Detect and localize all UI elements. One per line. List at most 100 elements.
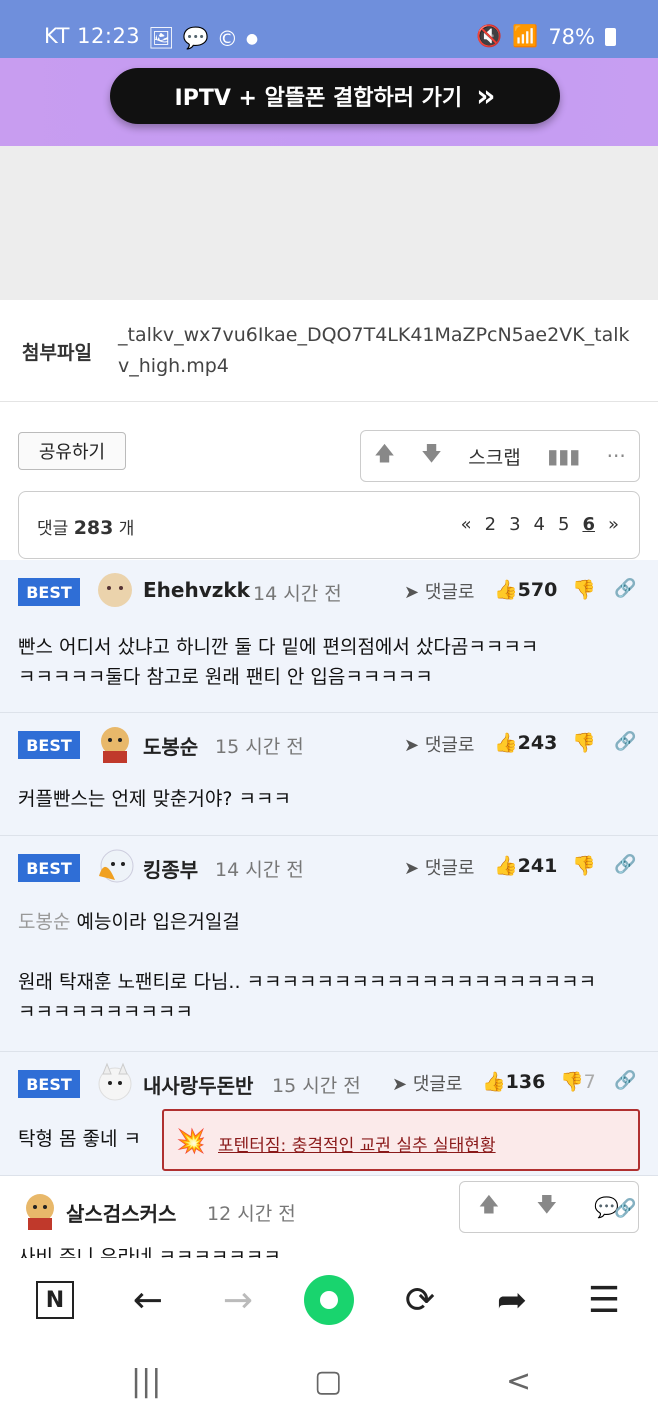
stats-icon[interactable]: ▮▮▮ — [547, 444, 580, 468]
scroll-up-icon[interactable]: 🡅 — [479, 1190, 500, 1224]
avatar[interactable] — [95, 846, 135, 886]
c-icon: © — [216, 26, 238, 51]
attachment-file-link[interactable]: _talkv_wx7vu6Ikae_DQO7T4LK41MaZPcN5ae2VK… — [118, 320, 638, 382]
reply-button[interactable]: ➤ 댓글로 — [404, 854, 475, 880]
more-icon[interactable]: ··· — [607, 444, 626, 468]
comment-line: 커플빤스는 언제 맞춘거야? ㅋㅋㅋ — [18, 788, 291, 810]
avatar[interactable] — [95, 570, 135, 610]
comment-nick[interactable]: 도봉순 — [143, 731, 198, 760]
like-count: 243 — [517, 732, 558, 754]
link-icon[interactable]: 🔗 — [614, 731, 636, 752]
reply-button[interactable]: ➤ 댓글로 — [404, 731, 475, 757]
mute-icon: 🔇 — [476, 24, 503, 48]
explosion-icon: 💥 — [176, 1127, 206, 1155]
comment-text: 예능이라 입은거일걸 — [76, 911, 240, 933]
page-5[interactable]: 5 — [558, 514, 569, 535]
wifi-icon: 📶 — [512, 24, 539, 48]
comment-nick[interactable]: 킹종부 — [143, 854, 198, 883]
reply-label: 댓글로 — [424, 735, 475, 756]
scrap-button[interactable]: 스크랩 — [468, 443, 520, 470]
attachment-section: 첨부파일 _talkv_wx7vu6Ikae_DQO7T4LK41MaZPcN5… — [0, 300, 658, 402]
n-icon: N — [36, 1281, 74, 1319]
like-count: 241 — [517, 855, 558, 877]
reply-label: 댓글로 — [424, 582, 475, 603]
comment-line: 원래 탁재훈 노팬티로 다님.. ㅋㅋㅋㅋㅋㅋㅋㅋㅋㅋㅋㅋㅋㅋㅋㅋㅋㅋㅋㅋ — [18, 971, 597, 993]
ad-banner[interactable]: IPTV + 알뜰폰 결합하러 가기 » — [0, 58, 658, 146]
comment-counter: 댓글 283 개 « 2 3 4 5 6 » — [18, 491, 640, 559]
double-chevron-icon: » — [476, 78, 496, 114]
attachment-label: 첨부파일 — [22, 342, 92, 364]
floating-toolbox: 🡅 🡇 💬 — [459, 1181, 639, 1233]
page-first[interactable]: « — [461, 514, 472, 535]
share-icon[interactable]: ➦ — [492, 1275, 532, 1325]
like-button[interactable]: 👍243 — [494, 731, 557, 754]
comment-body: 도봉순 예능이라 입은거일걸 원래 탁재훈 노팬티로 다님.. ㅋㅋㅋㅋㅋㅋㅋㅋ… — [18, 907, 596, 1027]
notification-icons: 🖼 💬 © ● — [148, 26, 258, 51]
page-next[interactable]: » — [608, 514, 619, 535]
downvote-icon[interactable]: 🡇 — [421, 439, 442, 473]
home-icon[interactable]: ▢ — [314, 1364, 342, 1399]
comment-line: 탁형 몸 좋네 ㅋ — [18, 1128, 141, 1150]
page-3[interactable]: 3 — [509, 514, 520, 535]
avatar[interactable] — [95, 723, 135, 763]
dislike-icon[interactable]: 👎 — [572, 578, 596, 601]
mention[interactable]: 도봉순 — [18, 911, 70, 933]
toast-link[interactable]: 포텐터짐: 충격적인 교권 실추 실태현황 — [218, 1131, 496, 1156]
naver-home-button[interactable]: N — [36, 1275, 74, 1325]
avatar[interactable] — [20, 1190, 60, 1230]
comment-line: 빤스 어디서 샀냐고 하니깐 둘 다 밑에 편의점에서 샀다곰ㅋㅋㅋㅋ — [18, 636, 539, 658]
dislike-button[interactable]: 👎7 — [560, 1070, 596, 1093]
page-2[interactable]: 2 — [485, 514, 496, 535]
comment-time: 14 시간 전 — [215, 859, 304, 881]
green-dot-icon — [304, 1275, 354, 1325]
menu-icon[interactable]: ☰ — [584, 1275, 624, 1325]
like-button[interactable]: 👍241 — [494, 854, 557, 877]
comment-line: 도봉순 예능이라 입은거일걸 — [18, 907, 596, 937]
ad-banner-button[interactable]: IPTV + 알뜰폰 결합하러 가기 » — [110, 68, 560, 124]
page-4[interactable]: 4 — [534, 514, 545, 535]
recent-apps-icon[interactable]: ||| — [131, 1364, 161, 1399]
battery-icon — [605, 27, 616, 46]
best-badge: BEST — [18, 578, 80, 606]
reply-label: 댓글로 — [412, 1074, 463, 1095]
comment-count-label: 댓글 283 개 — [37, 514, 134, 539]
best-badge: BEST — [18, 731, 80, 759]
comment-nick[interactable]: 살스검스커스 — [66, 1198, 176, 1227]
green-dot-button[interactable] — [304, 1275, 354, 1325]
dislike-count: 7 — [583, 1071, 596, 1093]
best-badge: BEST — [18, 854, 80, 882]
scroll-down-icon[interactable]: 🡇 — [537, 1190, 558, 1224]
dot-icon: ● — [245, 30, 259, 47]
link-icon[interactable]: 🔗 — [614, 1198, 636, 1219]
refresh-icon[interactable]: ⟳ — [400, 1275, 440, 1325]
like-count: 136 — [505, 1071, 546, 1093]
comment-body: 커플빤스는 언제 맞춘거야? ㅋㅋㅋ — [18, 784, 291, 814]
comment-nick[interactable]: Ehehvzkk — [143, 578, 250, 602]
system-back-icon[interactable]: < — [506, 1364, 531, 1399]
comment-time: 15 시간 전 — [215, 736, 304, 758]
like-button[interactable]: 👍570 — [494, 578, 557, 601]
carrier-time: KT 12:23 — [44, 24, 141, 48]
potential-toast[interactable]: 💥 포텐터짐: 충격적인 교권 실추 실태현황 — [162, 1109, 640, 1171]
comment-item: BEST 도봉순 15 시간 전 ➤ 댓글로 👍243 👎 🔗 커플빤스는 언제… — [0, 713, 658, 836]
forward-icon[interactable]: → — [218, 1275, 258, 1325]
like-button[interactable]: 👍136 — [482, 1070, 545, 1093]
comment-time: 12 시간 전 — [207, 1203, 296, 1225]
link-icon[interactable]: 🔗 — [614, 854, 636, 875]
avatar[interactable] — [95, 1062, 135, 1102]
reply-button[interactable]: ➤ 댓글로 — [404, 578, 475, 604]
dislike-icon[interactable]: 👎 — [572, 854, 596, 877]
share-button[interactable]: 공유하기 — [18, 432, 126, 470]
upvote-icon[interactable]: 🡅 — [374, 439, 395, 473]
back-icon[interactable]: ← — [128, 1275, 168, 1325]
reply-button[interactable]: ➤ 댓글로 — [392, 1070, 463, 1096]
reply-label: 댓글로 — [424, 858, 475, 879]
comment-time: 15 시간 전 — [272, 1075, 361, 1097]
page-6-current[interactable]: 6 — [582, 514, 595, 535]
link-icon[interactable]: 🔗 — [614, 1070, 636, 1091]
comment-body: 탁형 몸 좋네 ㅋ — [18, 1124, 141, 1154]
comment-nick[interactable]: 내사랑두돈반 — [143, 1070, 253, 1099]
link-icon[interactable]: 🔗 — [614, 578, 636, 599]
dislike-icon[interactable]: 👎 — [572, 731, 596, 754]
ad-placeholder — [0, 146, 658, 300]
